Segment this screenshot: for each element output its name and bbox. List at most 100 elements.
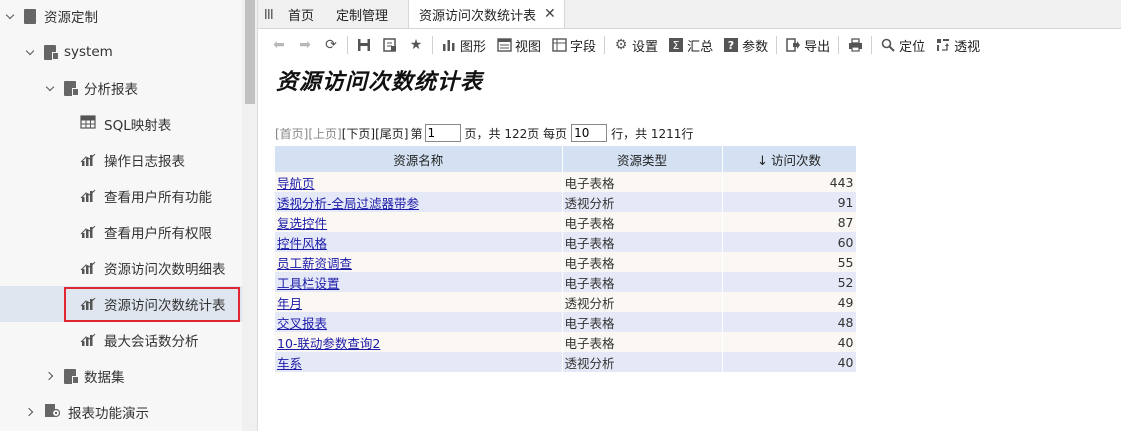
sidebar-scrollbar[interactable] bbox=[242, 0, 257, 431]
tree-node-resource-customization[interactable]: 资源定制 bbox=[0, 0, 242, 34]
table-header-row: 资源名称 资源类型 ↓ 访问次数 bbox=[275, 146, 857, 172]
column-header-name[interactable]: 资源名称 bbox=[275, 146, 563, 172]
close-icon[interactable]: ✕ bbox=[544, 6, 556, 22]
cell-name: 工具栏设置 bbox=[275, 272, 563, 292]
table-icon bbox=[80, 115, 96, 133]
scrollbar-thumb[interactable] bbox=[245, 0, 255, 104]
tab-bar: 首页 定制管理 资源访问次数统计表 ✕ bbox=[258, 0, 1121, 29]
pivot-button[interactable]: 透视 bbox=[930, 33, 985, 57]
page-number-input[interactable] bbox=[424, 124, 461, 142]
tree-node-label: 操作日志报表 bbox=[104, 154, 185, 170]
tree-node-access-detail[interactable]: 资源访问次数明细表 bbox=[0, 250, 242, 286]
field-icon bbox=[551, 37, 567, 53]
tree-node-operation-log[interactable]: 操作日志报表 bbox=[0, 142, 242, 178]
bar-chart-report-icon bbox=[80, 333, 96, 347]
chevron-down-icon[interactable] bbox=[46, 83, 56, 93]
tab-list-menu-icon[interactable] bbox=[258, 0, 280, 28]
tree-node-datasets[interactable]: 数据集 bbox=[0, 358, 242, 394]
resource-link[interactable]: 员工薪资调查 bbox=[277, 256, 352, 271]
tree-node-user-permissions[interactable]: 查看用户所有权限 bbox=[0, 214, 242, 250]
resource-link[interactable]: 年月 bbox=[277, 296, 302, 311]
chevron-down-icon[interactable] bbox=[26, 47, 36, 57]
export-label: 导出 bbox=[804, 39, 831, 55]
gear-icon: ⚙ bbox=[614, 37, 628, 53]
tree-node-label: system bbox=[64, 44, 113, 60]
cell-count: 443 bbox=[722, 172, 857, 192]
resource-link[interactable]: 复选控件 bbox=[277, 216, 327, 231]
chevron-down-icon[interactable] bbox=[6, 11, 16, 21]
last-page-link[interactable]: [尾页] bbox=[375, 125, 408, 142]
locate-label: 定位 bbox=[899, 39, 926, 55]
sort-descending-icon: ↓ bbox=[757, 153, 768, 169]
toolbar-divider bbox=[871, 36, 873, 54]
help-param-icon: ? bbox=[723, 37, 739, 53]
cell-type: 透视分析 bbox=[562, 352, 723, 372]
save-button[interactable] bbox=[351, 33, 377, 57]
toolbar-divider bbox=[347, 36, 348, 54]
toolbar-divider bbox=[604, 36, 606, 54]
cell-name: 员工薪资调查 bbox=[275, 252, 563, 272]
export-button[interactable]: 导出 bbox=[780, 33, 835, 57]
tree-node-label: 报表功能演示 bbox=[68, 406, 149, 422]
column-header-count[interactable]: ↓ 访问次数 bbox=[722, 146, 857, 172]
resource-link[interactable]: 控件风格 bbox=[277, 236, 327, 251]
arrow-left-icon: ⬅ bbox=[273, 37, 285, 53]
tree-node-max-sessions[interactable]: 最大会话数分析 bbox=[0, 322, 242, 358]
folder-icon bbox=[64, 80, 79, 96]
forward-button[interactable]: ➡ bbox=[292, 33, 318, 57]
bar-chart-report-icon bbox=[80, 297, 96, 311]
tree-node-analysis-reports[interactable]: 分析报表 bbox=[0, 70, 242, 106]
field-label: 字段 bbox=[570, 39, 597, 55]
field-button[interactable]: 字段 bbox=[546, 33, 601, 57]
chart-button[interactable]: 图形 bbox=[436, 33, 491, 57]
tree-node-report-demos[interactable]: 报表功能演示 bbox=[0, 394, 242, 430]
print-button[interactable] bbox=[842, 33, 868, 57]
tab-access-statistics[interactable]: 资源访问次数统计表 ✕ bbox=[408, 0, 565, 28]
resource-link[interactable]: 10-联动参数查询2 bbox=[277, 336, 380, 351]
resource-link[interactable]: 车系 bbox=[277, 356, 302, 371]
resource-tree-sidebar: 资源定制 system 分析报表 SQL映射表 操作日志报表 查看用户所有功能 … bbox=[0, 0, 258, 431]
tree-node-sql-mapping[interactable]: SQL映射表 bbox=[0, 106, 242, 142]
params-button[interactable]: ? 参数 bbox=[718, 33, 773, 57]
table-row: 工具栏设置 电子表格 52 bbox=[275, 272, 857, 292]
column-header-label: 资源名称 bbox=[393, 152, 444, 168]
resource-link[interactable]: 工具栏设置 bbox=[277, 276, 340, 291]
back-button[interactable]: ⬅ bbox=[266, 33, 292, 57]
chevron-right-icon[interactable] bbox=[26, 407, 36, 417]
chevron-right-icon[interactable] bbox=[46, 371, 56, 381]
page-prefix-text: 第 bbox=[410, 126, 423, 141]
access-statistics-table: 资源名称 资源类型 ↓ 访问次数 导航页 电子表格 443 透视分析-全局过滤器带… bbox=[275, 146, 857, 372]
tree-node-user-functions[interactable]: 查看用户所有功能 bbox=[0, 178, 242, 214]
tree-node-label: 分析报表 bbox=[84, 82, 138, 98]
column-header-type[interactable]: 资源类型 bbox=[562, 146, 723, 172]
save-as-button[interactable] bbox=[377, 33, 403, 57]
tab-label: 资源访问次数统计表 bbox=[419, 8, 537, 24]
cell-type: 电子表格 bbox=[562, 312, 723, 332]
settings-button[interactable]: ⚙ 设置 bbox=[608, 33, 663, 57]
summary-button[interactable]: Σ 汇总 bbox=[663, 33, 718, 57]
locate-button[interactable]: 定位 bbox=[875, 33, 930, 57]
tree-node-system[interactable]: system bbox=[0, 34, 242, 70]
resource-link[interactable]: 导航页 bbox=[277, 176, 315, 191]
tree-node-label: SQL映射表 bbox=[104, 118, 172, 134]
tree-node-label: 资源访问次数统计表 bbox=[104, 298, 226, 314]
view-button[interactable]: 视图 bbox=[491, 33, 546, 57]
resource-link[interactable]: 透视分析-全局过滤器带参 bbox=[277, 196, 419, 211]
rows-per-page-input[interactable] bbox=[571, 124, 608, 142]
cell-count: 55 bbox=[722, 252, 857, 272]
table-row: 复选控件 电子表格 87 bbox=[275, 212, 857, 232]
summary-label: 汇总 bbox=[687, 39, 714, 55]
next-page-link[interactable]: [下页] bbox=[342, 125, 375, 142]
first-page-link[interactable]: [首页] bbox=[275, 125, 308, 142]
resource-link[interactable]: 交叉报表 bbox=[277, 316, 327, 331]
pivot-icon bbox=[935, 37, 951, 53]
bar-chart-report-icon bbox=[80, 153, 96, 167]
prev-page-link[interactable]: [上页] bbox=[308, 125, 341, 142]
favorite-button[interactable]: ★ bbox=[403, 33, 429, 57]
tab-customization-management[interactable]: 定制管理 bbox=[328, 0, 402, 28]
tree-node-access-statistics[interactable]: 资源访问次数统计表 bbox=[0, 286, 242, 322]
tab-label: 定制管理 bbox=[336, 8, 389, 24]
refresh-button[interactable]: ⟳ bbox=[318, 33, 344, 57]
shared-folder-icon bbox=[44, 403, 61, 422]
tab-home[interactable]: 首页 bbox=[280, 0, 328, 28]
